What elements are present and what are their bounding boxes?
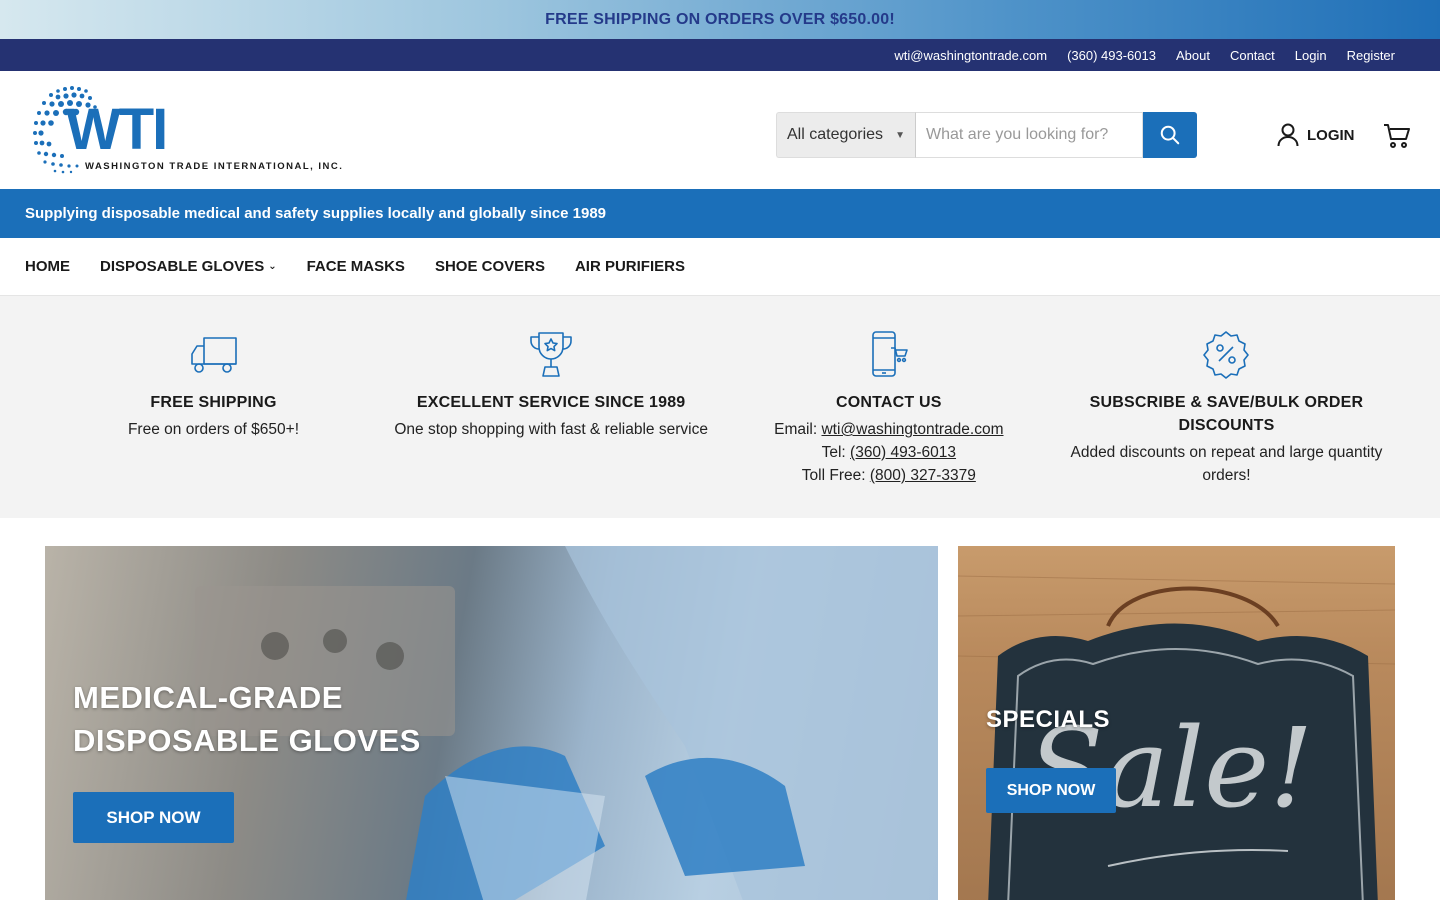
contact-tollfree-line: Toll Free: (800) 327-3379 [802,464,976,487]
search-input[interactable] [915,112,1143,158]
shopping-cart-icon [1384,124,1410,148]
gloves-banner-title-line1: MEDICAL-GRADE [73,680,343,715]
site-logo[interactable]: WTI WASHINGTON TRADE INTERNATIONAL, INC. [30,83,344,178]
contact-tel-line: Tel: (360) 493-6013 [822,441,956,464]
truck-icon [190,337,237,373]
gloves-banner-title-line2: DISPOSABLE GLOVES [73,723,421,758]
utility-about-link[interactable]: About [1176,48,1210,63]
main-navigation: HOME DISPOSABLE GLOVES ⌄ FACE MASKS SHOE… [0,238,1440,296]
feature-excellent-service: EXCELLENT SERVICE SINCE 1989 One stop sh… [383,329,720,518]
feature-discounts: SUBSCRIBE & SAVE/BULK ORDER DISCOUNTS Ad… [1058,329,1395,518]
feature-title: SUBSCRIBE & SAVE/BULK ORDER DISCOUNTS [1089,394,1364,434]
site-header: WTI WASHINGTON TRADE INTERNATIONAL, INC.… [0,71,1440,189]
utility-email-link[interactable]: wti@washingtontrade.com [894,48,1047,63]
contact-tollfree-link[interactable]: (800) 327-3379 [870,467,976,484]
user-icon [1277,123,1299,147]
tagline-bar: Supplying disposable medical and safety … [0,189,1440,238]
feature-contact-us: CONTACT US Email: wti@washingtontrade.co… [720,329,1057,518]
feature-text: One stop shopping with fast & reliable s… [394,421,708,438]
discount-badge-icon [1203,331,1250,379]
utility-phone-link[interactable]: (360) 493-6013 [1067,48,1156,63]
nav-item-disposable-gloves[interactable]: DISPOSABLE GLOVES ⌄ [100,258,277,275]
nav-item-air-purifiers[interactable]: AIR PURIFIERS [575,258,685,275]
features-strip: FREE SHIPPING Free on orders of $650+! E… [0,296,1440,518]
contact-email-line: Email: wti@washingtontrade.com [774,418,1003,441]
contact-email-link[interactable]: wti@washingtontrade.com [821,421,1003,438]
contact-email-label: Email: [774,421,822,438]
trophy-icon [530,332,572,377]
mobile-phone-cart-icon [872,331,908,377]
specials-shop-now-button[interactable]: SHOP NOW [986,768,1116,813]
chevron-down-icon: ▼ [895,129,905,141]
utility-register-link[interactable]: Register [1347,48,1395,63]
nav-item-shoe-covers[interactable]: SHOE COVERS [435,258,545,275]
nav-item-home[interactable]: HOME [25,258,70,275]
feature-text: Added discounts on repeat and large quan… [1070,444,1383,484]
category-select-value: All categories [787,126,884,143]
feature-title: EXCELLENT SERVICE SINCE 1989 [416,394,686,411]
feature-title: CONTACT US [835,394,942,411]
promo-banners: MEDICAL-GRADE DISPOSABLE GLOVES SHOP NOW… [0,518,1440,900]
nav-item-face-masks[interactable]: FACE MASKS [307,258,405,275]
tagline-text: Supplying disposable medical and safety … [25,205,607,222]
feature-title: FREE SHIPPING [150,394,277,411]
specials-banner[interactable]: Sale! SPECIALS SHOP NOW [958,546,1395,900]
promo-bar: FREE SHIPPING ON ORDERS OVER $650.00! [0,0,1440,39]
gloves-banner[interactable]: MEDICAL-GRADE DISPOSABLE GLOVES SHOP NOW [45,546,938,900]
logo-company-name: WASHINGTON TRADE INTERNATIONAL, INC. [85,160,344,172]
promo-text: FREE SHIPPING ON ORDERS OVER $650.00! [545,10,895,28]
category-select[interactable]: All categories ▼ [776,112,915,158]
search-button[interactable] [1143,112,1197,158]
gloves-banner-title: MEDICAL-GRADE DISPOSABLE GLOVES [73,676,421,762]
utility-login-link[interactable]: Login [1295,48,1327,63]
search-icon [1160,125,1180,145]
chevron-down-icon: ⌄ [268,261,277,272]
specials-banner-title: SPECIALS [986,706,1111,733]
gloves-shop-now-button[interactable]: SHOP NOW [73,792,234,843]
feature-free-shipping: FREE SHIPPING Free on orders of $650+! [45,329,382,518]
contact-tel-link[interactable]: (360) 493-6013 [850,444,956,461]
utility-contact-link[interactable]: Contact [1230,48,1275,63]
search-bar: All categories ▼ [776,112,1197,158]
logo-wordmark: WTI [66,96,168,162]
nav-item-label: DISPOSABLE GLOVES [100,258,265,275]
feature-text: Free on orders of $650+! [127,421,300,438]
utility-bar: wti@washingtontrade.com (360) 493-6013 A… [0,39,1440,71]
header-login-button[interactable]: LOGIN [1277,123,1355,147]
header-login-label: LOGIN [1307,126,1355,144]
cart-button[interactable] [1383,123,1411,154]
contact-tollfree-label: Toll Free: [801,467,870,484]
contact-tel-label: Tel: [821,444,851,461]
